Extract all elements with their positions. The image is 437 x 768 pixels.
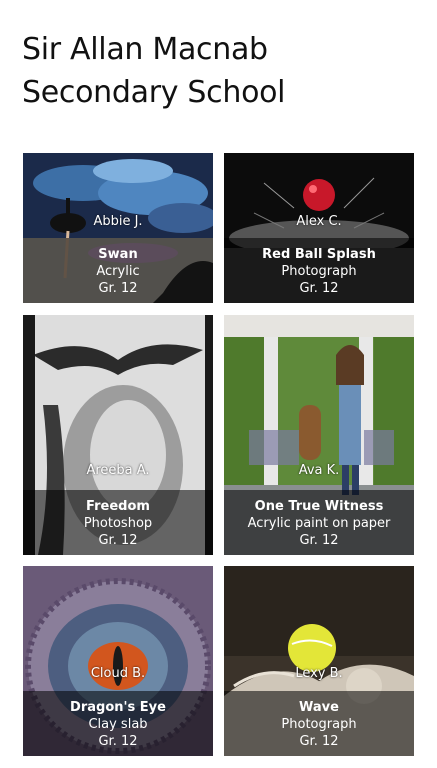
artwork-grade: Gr. 12 bbox=[299, 734, 339, 749]
artwork-medium: Photoshop bbox=[83, 516, 153, 531]
artwork-caption: One True Witness Acrylic paint on paper … bbox=[224, 490, 414, 555]
artwork-title: One True Witness bbox=[254, 499, 384, 514]
artwork-caption: Dragon's Eye Clay slab Gr. 12 bbox=[23, 691, 213, 756]
artwork-title: Red Ball Splash bbox=[262, 247, 376, 262]
artwork-grade: Gr. 12 bbox=[299, 533, 339, 548]
artist-name: Areeba A. bbox=[86, 463, 150, 478]
artwork-caption: Freedom Photoshop Gr. 12 bbox=[23, 490, 213, 555]
artwork-medium: Photograph bbox=[281, 264, 357, 279]
artwork-medium: Clay slab bbox=[88, 717, 148, 732]
artwork-grade: Gr. 12 bbox=[299, 281, 339, 296]
artist-name: Abbie J. bbox=[93, 214, 143, 229]
artwork-title: Dragon's Eye bbox=[70, 700, 166, 715]
artist-name: Lexy B. bbox=[295, 666, 343, 681]
artwork-title: Wave bbox=[299, 700, 339, 715]
artist-name: Ava K. bbox=[298, 463, 340, 478]
artwork-title: Swan bbox=[98, 247, 138, 262]
artwork-caption: Red Ball Splash Photograph Gr. 12 bbox=[224, 238, 414, 303]
artwork-card-wave[interactable]: Lexy B. Wave Photograph Gr. 12 bbox=[224, 566, 414, 756]
artist-name: Alex C. bbox=[296, 214, 342, 229]
artwork-grid: Abbie J. Swan Acrylic Gr. 12 Alex C. Red… bbox=[0, 0, 437, 768]
artwork-card-one-true-witness[interactable]: Ava K. One True Witness Acrylic paint on… bbox=[224, 315, 414, 555]
artwork-medium: Photograph bbox=[281, 717, 357, 732]
artwork-card-dragons-eye[interactable]: Cloud B. Dragon's Eye Clay slab Gr. 12 bbox=[23, 566, 213, 756]
artwork-caption: Swan Acrylic Gr. 12 bbox=[23, 238, 213, 303]
artwork-grade: Gr. 12 bbox=[98, 281, 138, 296]
artwork-medium: Acrylic bbox=[96, 264, 140, 279]
artwork-title: Freedom bbox=[86, 499, 150, 514]
artwork-caption: Wave Photograph Gr. 12 bbox=[224, 691, 414, 756]
artwork-grade: Gr. 12 bbox=[98, 734, 138, 749]
artwork-grade: Gr. 12 bbox=[98, 533, 138, 548]
artwork-medium: Acrylic paint on paper bbox=[247, 516, 391, 531]
artist-name: Cloud B. bbox=[90, 666, 146, 681]
artwork-card-freedom[interactable]: Areeba A. Freedom Photoshop Gr. 12 bbox=[23, 315, 213, 555]
artwork-card-red-ball-splash[interactable]: Alex C. Red Ball Splash Photograph Gr. 1… bbox=[224, 153, 414, 303]
artwork-card-swan[interactable]: Abbie J. Swan Acrylic Gr. 12 bbox=[23, 153, 213, 303]
